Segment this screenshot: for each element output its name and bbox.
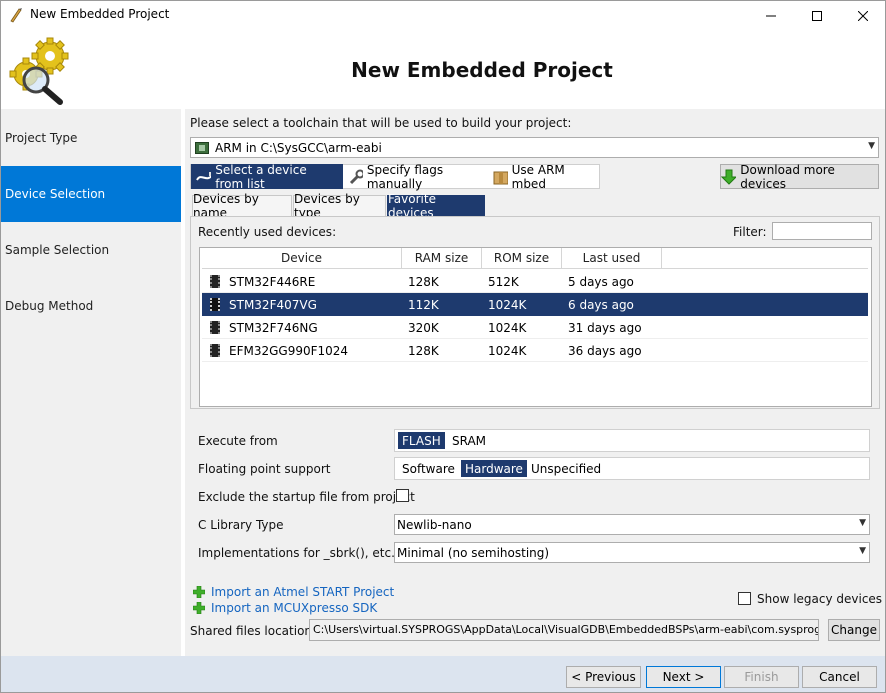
device-last-used: 36 days ago xyxy=(568,343,642,358)
execute-from-flash[interactable]: FLASH xyxy=(398,432,445,449)
import-atmel-link[interactable]: Import an Atmel START Project xyxy=(211,585,394,599)
chip-icon xyxy=(210,275,220,288)
exclude-startup-label: Exclude the startup file from project xyxy=(198,490,415,504)
shared-files-path[interactable]: C:\Users\virtual.SYSPROGS\AppData\Local\… xyxy=(309,619,819,641)
nav-item-project-type[interactable]: Project Type xyxy=(0,110,181,166)
maximize-button[interactable] xyxy=(794,0,840,31)
floating-point-unspecified[interactable]: Unspecified xyxy=(527,460,605,477)
show-legacy-checkbox[interactable] xyxy=(738,592,751,605)
device-ram: 112K xyxy=(408,297,439,312)
device-rom: 1024K xyxy=(488,343,527,358)
chip-icon xyxy=(210,321,220,334)
column-header-rom[interactable]: ROM size xyxy=(482,248,562,269)
sbrk-label: Implementations for _sbrk(), etc. xyxy=(198,546,395,560)
floating-point-hardware[interactable]: Hardware xyxy=(461,460,527,477)
cancel-label: Cancel xyxy=(819,670,860,684)
toolchain-select[interactable]: ARM in C:\SysGCC\arm-eabi ▼ xyxy=(190,137,879,158)
chip-board-icon xyxy=(195,141,209,154)
close-icon xyxy=(858,10,868,21)
execute-from-label: Execute from xyxy=(198,434,278,448)
select-from-list-button[interactable]: Select a device from list xyxy=(191,162,343,191)
previous-label: < Previous xyxy=(571,670,636,684)
download-devices-button[interactable]: Download more devices xyxy=(720,162,879,191)
table-row[interactable]: STM32F746NG 320K 1024K 31 days ago xyxy=(202,316,868,339)
floating-point-label: Floating point support xyxy=(198,462,331,476)
device-last-used: 31 days ago xyxy=(568,320,642,335)
next-label: Next > xyxy=(662,670,705,684)
floating-point-software[interactable]: Software xyxy=(398,460,459,477)
column-header-ram[interactable]: RAM size xyxy=(402,248,482,269)
shared-files-label: Shared files location: xyxy=(190,624,317,638)
specify-flags-label: Specify flags manually xyxy=(366,162,444,191)
sbrk-select[interactable]: Minimal (no semihosting) ▼ xyxy=(394,542,870,563)
table-row[interactable]: EFM32GG990F1024 128K 1024K 36 days ago xyxy=(202,339,868,362)
nav-item-sample-selection[interactable]: Sample Selection xyxy=(0,222,181,278)
window-title: New Embedded Project xyxy=(30,7,170,21)
chevron-down-icon: ▼ xyxy=(859,518,866,528)
device-last-used: 6 days ago xyxy=(568,297,634,312)
close-button[interactable] xyxy=(840,0,886,31)
nav-item-debug-method[interactable]: Debug Method xyxy=(0,278,181,334)
device-ram: 128K xyxy=(408,343,439,358)
device-last-used: 5 days ago xyxy=(568,274,634,289)
chevron-down-icon: ▼ xyxy=(859,546,866,556)
device-rom: 1024K xyxy=(488,297,527,312)
c-library-label: C Library Type xyxy=(198,518,284,532)
sbrk-value: Minimal (no semihosting) xyxy=(397,545,550,560)
package-icon xyxy=(493,171,508,184)
device-rom: 1024K xyxy=(488,320,527,335)
device-name: STM32F446RE xyxy=(229,274,316,289)
device-name: EFM32GG990F1024 xyxy=(229,343,349,358)
wrench-icon xyxy=(349,169,363,184)
select-from-list-label: Select a device from list xyxy=(215,162,307,191)
toolchain-value: ARM in C:\SysGCC\arm-eabi xyxy=(215,140,382,155)
table-row[interactable]: STM32F446RE 128K 512K 5 days ago xyxy=(202,270,868,293)
cancel-button[interactable]: Cancel xyxy=(802,666,877,688)
chevron-down-icon: ▼ xyxy=(868,141,875,151)
device-rom: 512K xyxy=(488,274,519,289)
import-mcuxpresso-link[interactable]: Import an MCUXpresso SDK xyxy=(211,601,377,615)
use-mbed-button[interactable]: Use ARM mbed xyxy=(489,162,599,191)
cable-icon xyxy=(196,171,212,181)
chip-icon xyxy=(210,344,220,357)
toolchain-prompt: Please select a toolchain that will be u… xyxy=(190,116,572,130)
change-location-button[interactable]: Change xyxy=(828,619,880,641)
column-header-last-used[interactable]: Last used xyxy=(562,248,662,269)
filter-input[interactable] xyxy=(772,222,872,240)
device-name: STM32F407VG xyxy=(229,297,317,312)
plus-icon xyxy=(193,586,205,598)
recent-devices-label: Recently used devices: xyxy=(198,225,337,239)
maximize-icon xyxy=(812,10,822,21)
finish-label: Finish xyxy=(744,670,779,684)
plus-icon xyxy=(193,602,205,614)
show-legacy-label: Show legacy devices xyxy=(757,592,883,606)
column-header-filler xyxy=(662,248,868,269)
page-title: New Embedded Project xyxy=(351,58,613,82)
use-mbed-label: Use ARM mbed xyxy=(511,162,565,191)
tab-devices-by-type[interactable]: Devices by type xyxy=(293,192,386,220)
table-row[interactable]: STM32F407VG 112K 1024K 6 days ago xyxy=(202,293,868,316)
minimize-icon xyxy=(766,15,776,16)
minimize-button[interactable] xyxy=(748,0,794,31)
app-icon xyxy=(10,8,22,23)
device-ram: 320K xyxy=(408,320,439,335)
tab-devices-by-name[interactable]: Devices by name xyxy=(192,192,292,220)
c-library-value: Newlib-nano xyxy=(397,517,472,532)
exclude-startup-checkbox[interactable] xyxy=(396,489,409,502)
previous-button[interactable]: < Previous xyxy=(566,666,641,688)
specify-flags-button[interactable]: Specify flags manually xyxy=(345,162,488,191)
next-button[interactable]: Next > xyxy=(646,666,721,688)
chip-icon xyxy=(210,298,220,311)
device-name: STM32F746NG xyxy=(229,320,318,335)
c-library-select[interactable]: Newlib-nano ▼ xyxy=(394,514,870,535)
nav-item-device-selection[interactable]: Device Selection xyxy=(0,166,181,222)
device-ram: 128K xyxy=(408,274,439,289)
download-devices-label: Download more devices xyxy=(740,162,835,191)
tab-favorite-devices[interactable]: Favorite devices xyxy=(387,192,485,220)
finish-button[interactable]: Finish xyxy=(724,666,799,688)
column-header-device[interactable]: Device xyxy=(202,248,402,269)
download-arrow-icon xyxy=(721,169,737,185)
filter-label: Filter: xyxy=(733,225,767,239)
execute-from-sram[interactable]: SRAM xyxy=(448,432,490,449)
